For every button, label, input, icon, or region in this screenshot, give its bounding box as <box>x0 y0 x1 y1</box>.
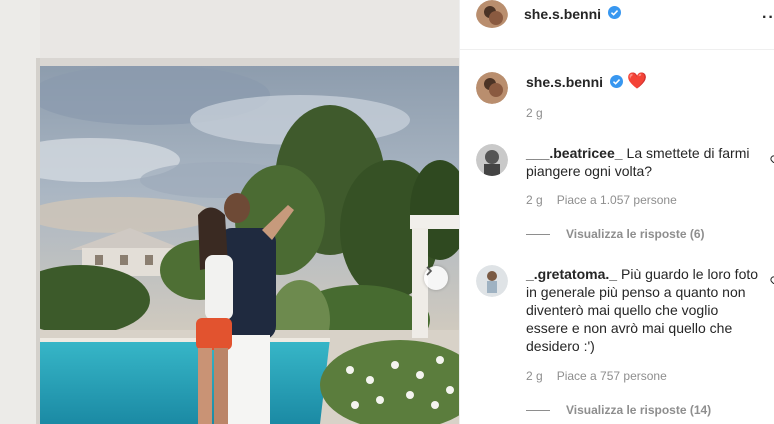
view-replies-button[interactable]: Visualizza le risposte (14) <box>526 403 711 417</box>
author-avatar[interactable] <box>476 0 508 28</box>
post-header: she.s.benni ··· <box>460 0 774 50</box>
divider-line <box>526 409 550 411</box>
verified-badge-icon <box>610 75 623 93</box>
view-replies-label: Visualizza le risposte (14) <box>566 403 712 417</box>
comments-panel: she.s.benni ··· she.s.benni ❤️ 2 g ___.b… <box>459 0 774 424</box>
view-replies-label: Visualizza le risposte (6) <box>566 227 705 241</box>
view-replies-button[interactable]: Visualizza le risposte (6) <box>526 227 705 241</box>
comment-avatar[interactable] <box>476 265 508 297</box>
comment-body: ___.beatricee_ La smettete di farmi piang… <box>526 144 762 180</box>
comment-username[interactable]: _.gretatoma._ <box>526 266 617 282</box>
more-options-icon[interactable]: ··· <box>762 9 774 27</box>
like-comment-icon[interactable] <box>770 274 774 284</box>
comment-meta: 2 g Piace a 757 persone <box>526 369 667 383</box>
comment-meta: 2 g Piace a 1.057 persone <box>526 193 677 207</box>
comment-body: _.gretatoma._ Più guardo le loro foto in … <box>526 265 762 355</box>
divider-line <box>526 233 550 235</box>
comment-time[interactable]: 2 g <box>526 193 543 207</box>
post-image <box>0 0 459 424</box>
comment-username[interactable]: ___.beatricee_ <box>526 145 623 161</box>
post-photo <box>0 0 459 424</box>
comment-avatar[interactable] <box>476 144 508 176</box>
verified-badge-icon <box>608 6 621 24</box>
comment-time[interactable]: 2 g <box>526 369 543 383</box>
author-username[interactable]: she.s.benni <box>524 6 601 22</box>
caption-username[interactable]: she.s.benni <box>526 74 603 90</box>
like-comment-icon[interactable] <box>770 153 774 163</box>
comment-likes[interactable]: Piace a 757 persone <box>557 369 667 383</box>
caption-time[interactable]: 2 g <box>526 106 543 120</box>
comment-likes[interactable]: Piace a 1.057 persone <box>557 193 677 207</box>
caption-avatar[interactable] <box>476 72 508 104</box>
next-photo-button[interactable] <box>424 266 448 290</box>
red-heart-emoji: ❤️ <box>627 73 647 90</box>
